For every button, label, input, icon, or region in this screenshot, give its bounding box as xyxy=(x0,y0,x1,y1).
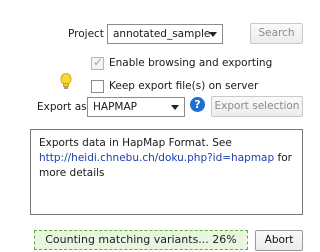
project-select[interactable]: annotated_sample xyxy=(107,24,223,44)
chevron-down-icon xyxy=(171,105,179,110)
chevron-down-icon xyxy=(209,32,217,37)
enable-browsing-label: Enable browsing and exporting xyxy=(109,57,273,69)
hapmap-doc-link[interactable]: http://heidi.chnebu.ch/doku.php?id=hapma… xyxy=(39,152,274,164)
export-description: Exports data in HapMap Format. See http:… xyxy=(30,129,303,215)
keep-export-checkbox[interactable] xyxy=(91,80,104,93)
enable-browsing-checkbox[interactable]: ✓ xyxy=(91,55,104,70)
description-text: Exports data in HapMap Format. See xyxy=(39,137,232,149)
export-format-value: HAPMAP xyxy=(93,101,137,113)
search-button[interactable]: Search xyxy=(250,23,303,44)
lightbulb-icon xyxy=(60,73,72,89)
project-select-value: annotated_sample xyxy=(113,28,211,40)
checkmark-icon: ✓ xyxy=(93,55,104,69)
help-icon[interactable]: ? xyxy=(190,97,205,112)
abort-button[interactable]: Abort xyxy=(255,230,303,251)
keep-export-label: Keep export file(s) on server xyxy=(109,80,259,92)
project-label: Project xyxy=(68,28,104,40)
export-format-select[interactable]: HAPMAP xyxy=(87,97,185,117)
progress-status: Counting matching variants... 26% xyxy=(34,230,248,250)
export-as-label: Export as xyxy=(37,101,87,113)
export-selection-button[interactable]: Export selection xyxy=(211,96,303,117)
